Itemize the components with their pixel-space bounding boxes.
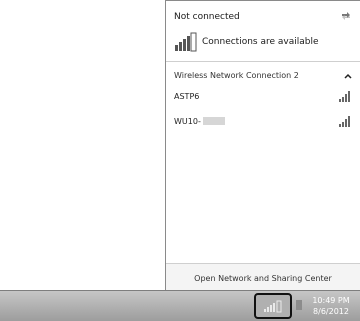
network-tray-icon: [264, 300, 282, 313]
taskbar: 10:49 PM 8/6/2012: [0, 290, 360, 321]
wireless-section-title: Wireless Network Connection 2: [174, 71, 299, 80]
ssid-redaction: [202, 117, 225, 125]
network-item-astp6[interactable]: ASTP6: [174, 89, 352, 103]
flyout-footer: Open Network and Sharing Center: [166, 263, 360, 292]
tray-network-button[interactable]: [254, 293, 292, 319]
wifi-signal-icon: [339, 116, 350, 127]
connection-status: Not connected: [174, 12, 240, 22]
chevron-up-icon[interactable]: [344, 73, 352, 79]
network-ssid-wrap: WU10-: [174, 117, 225, 126]
network-ssid: ASTP6: [174, 91, 200, 101]
connections-available-row: Connections are available: [174, 32, 319, 52]
connections-available-label: Connections are available: [202, 37, 319, 47]
divider: [166, 61, 360, 62]
clock-date: 8/6/2012: [313, 307, 349, 316]
refresh-icon[interactable]: [340, 10, 352, 22]
open-network-sharing-link[interactable]: Open Network and Sharing Center: [194, 274, 332, 283]
network-flyout: Not connected Connections are available …: [165, 0, 360, 292]
clock-time: 10:49 PM: [312, 296, 350, 305]
network-signal-icon: [175, 32, 197, 52]
wireless-section-header[interactable]: Wireless Network Connection 2: [174, 71, 352, 80]
network-ssid: WU10-: [174, 116, 201, 126]
network-item-wu10[interactable]: WU10-: [174, 114, 352, 128]
wifi-signal-icon: [339, 91, 350, 102]
taskbar-clock[interactable]: 10:49 PM 8/6/2012: [307, 295, 355, 317]
volume-icon[interactable]: [296, 300, 302, 310]
